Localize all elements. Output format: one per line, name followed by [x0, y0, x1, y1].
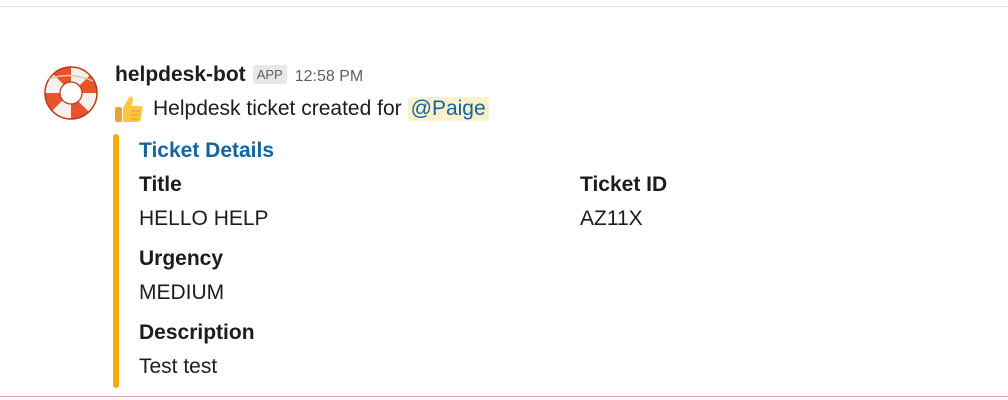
message-timestamp[interactable]: 12:58 PM [295, 68, 363, 86]
field-value-ticket-id: AZ11X [580, 207, 643, 230]
field-value-urgency: MEDIUM [139, 281, 225, 304]
attachment-accent-bar [113, 134, 119, 388]
field-label-urgency: Urgency [139, 247, 224, 270]
message-body: Helpdesk ticket created for @Paige [113, 93, 489, 125]
attachment-title-link[interactable]: Ticket Details [139, 139, 274, 163]
user-mention-link[interactable]: @Paige [407, 97, 489, 121]
message-header: helpdesk-bot APP 12:58 PM [115, 63, 363, 89]
field-label-title: Title [139, 173, 182, 196]
message-text: Helpdesk ticket created for [153, 97, 402, 120]
bottom-divider [0, 396, 1008, 397]
sender-name[interactable]: helpdesk-bot [115, 63, 246, 87]
life-ring-icon[interactable] [41, 63, 101, 123]
field-value-title: HELLO HELP [139, 207, 269, 230]
field-label-description: Description [139, 321, 255, 344]
slack-message-view: helpdesk-bot APP 12:58 PM Helpdesk ticke… [0, 0, 1008, 400]
top-divider [0, 6, 1008, 7]
thumbs-up-icon [113, 93, 145, 125]
app-badge: APP [252, 65, 287, 84]
field-label-ticket-id: Ticket ID [580, 173, 668, 196]
field-value-description: Test test [139, 355, 218, 378]
